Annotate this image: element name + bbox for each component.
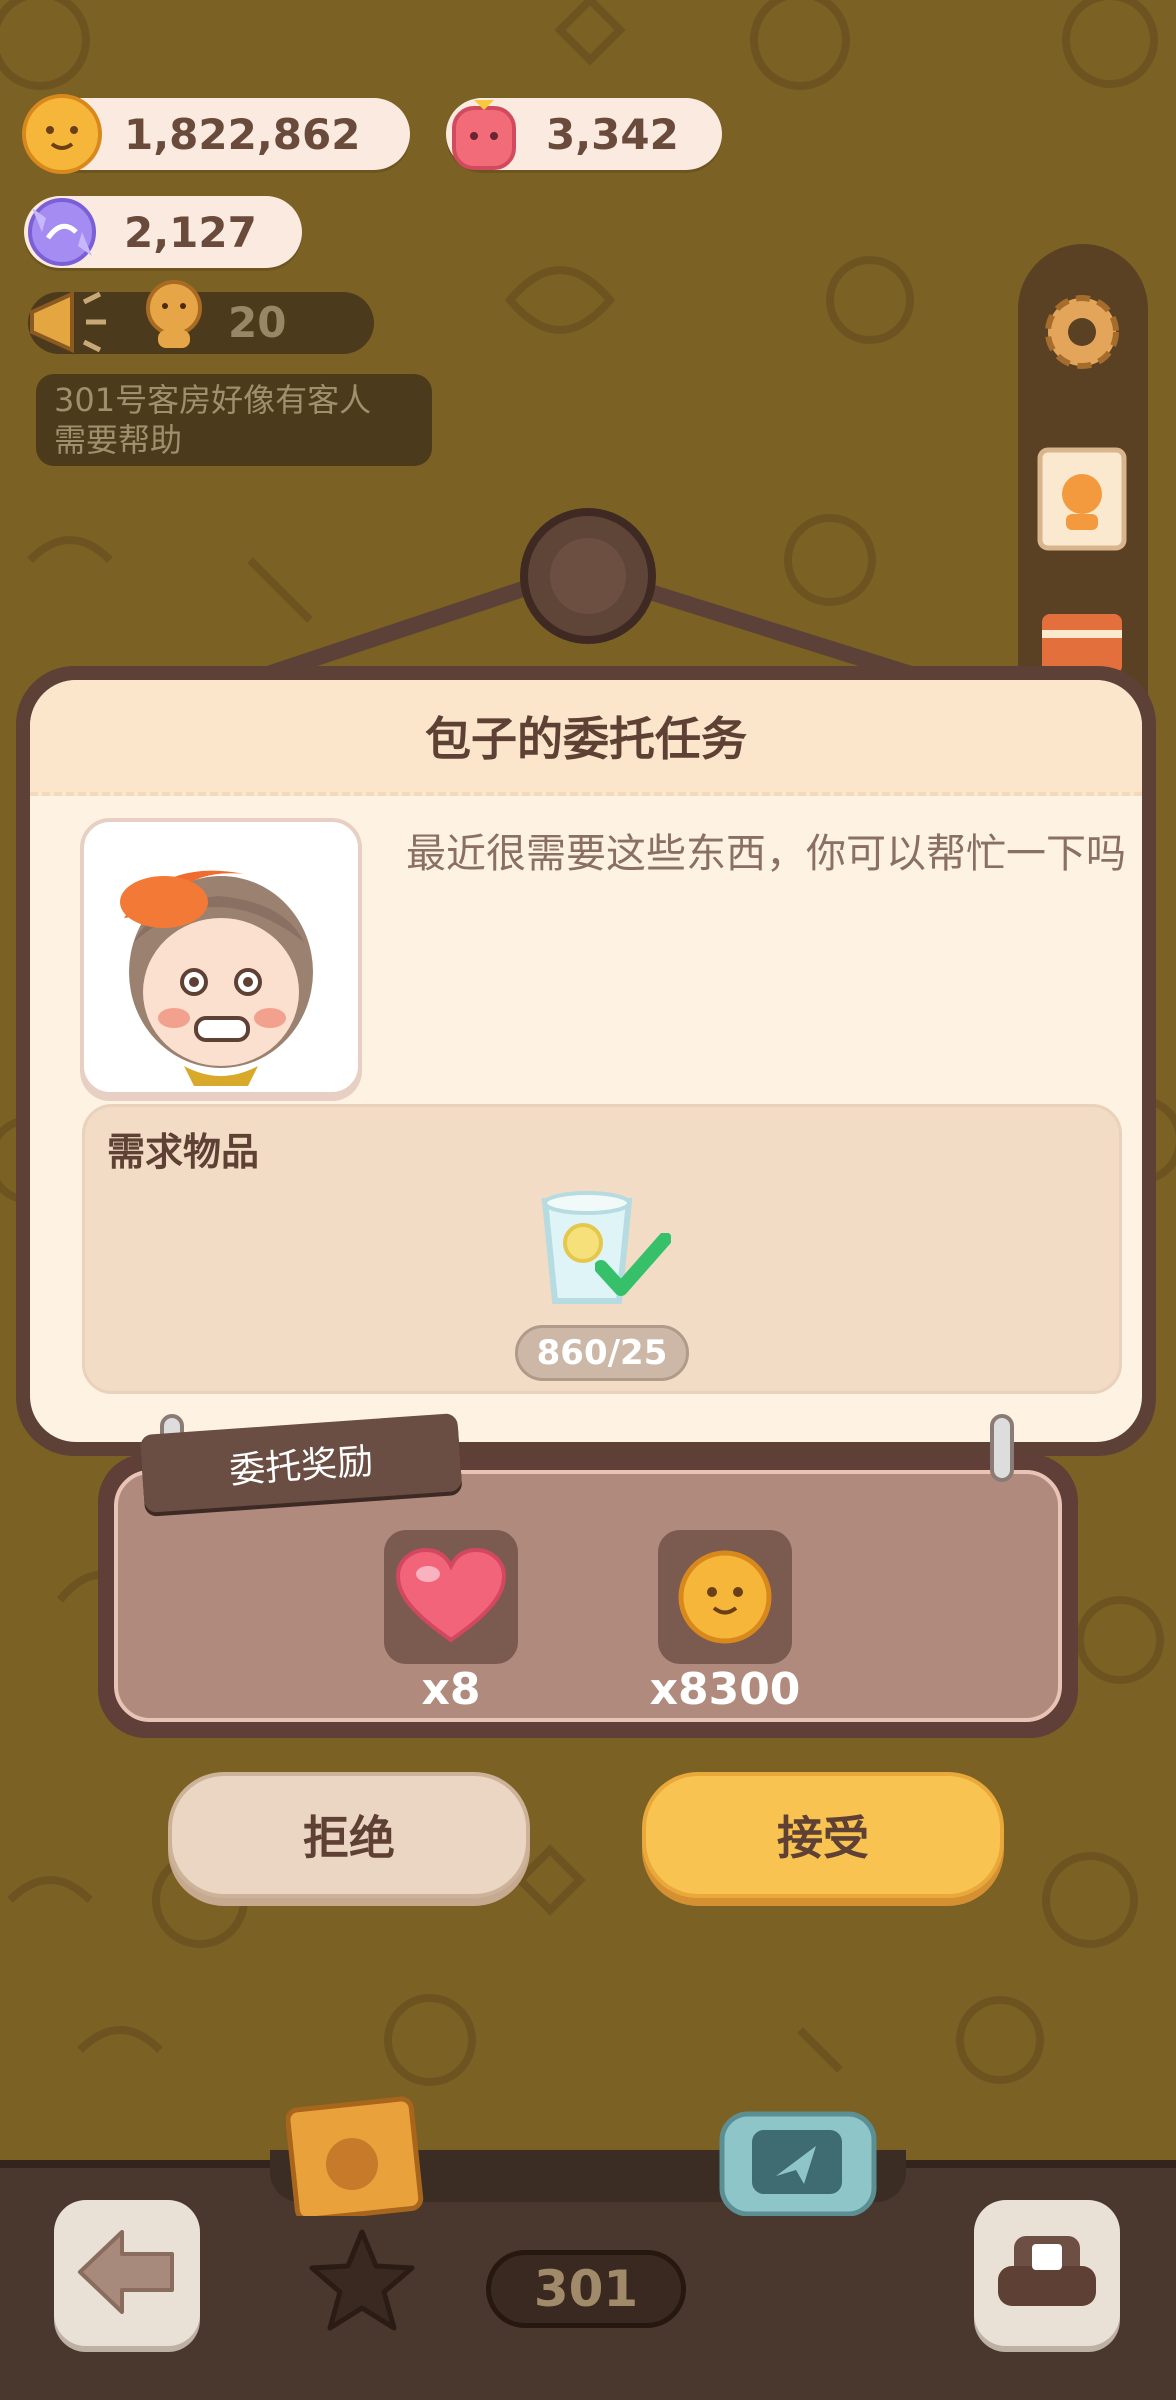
sofa-icon bbox=[998, 2236, 1096, 2306]
jelly-gem-icon bbox=[452, 100, 516, 170]
notice-banner: 301号客房好像有客人 需要帮助 bbox=[36, 374, 432, 466]
request-message: 最近很需要这些东西，你可以帮忙一下吗 bbox=[406, 831, 1126, 877]
recipe-book-icon[interactable] bbox=[286, 2096, 436, 2216]
hanging-knob bbox=[520, 508, 656, 644]
candy-amount: 2,127 bbox=[124, 207, 257, 257]
accept-button[interactable]: 接受 bbox=[642, 1772, 1004, 1898]
commission-dialog: 包子的委托任务 最近很需要这些东西，你可以帮忙一下吗 需求物品 860/25 bbox=[16, 666, 1156, 1456]
reward-slot-cookie bbox=[658, 1530, 792, 1664]
gem-currency[interactable]: 3,342 bbox=[446, 98, 722, 170]
back-button[interactable] bbox=[54, 2200, 200, 2346]
reward-amount-cookie: x8300 bbox=[649, 1664, 801, 1715]
reward-pin-right bbox=[990, 1414, 1014, 1482]
cookie-icon bbox=[678, 1550, 772, 1644]
announcement-ticker[interactable]: 20 bbox=[28, 280, 374, 354]
stamp-card-icon[interactable] bbox=[1030, 444, 1134, 554]
dialog-title: 包子的委托任务 bbox=[425, 712, 747, 766]
cookie-amount: 1,822,862 bbox=[124, 109, 361, 159]
required-items-label: 需求物品 bbox=[107, 1130, 260, 1174]
candy-currency[interactable]: 2,127 bbox=[24, 196, 302, 268]
back-arrow-icon bbox=[78, 2230, 174, 2314]
cookie-icon bbox=[22, 94, 102, 174]
side-menu bbox=[1018, 244, 1148, 724]
notice-line-1: 301号客房好像有客人 bbox=[54, 381, 372, 419]
reward-amount-heart: x8 bbox=[421, 1664, 481, 1715]
reward-slot-heart bbox=[384, 1530, 518, 1664]
required-item-count: 860/25 bbox=[515, 1325, 689, 1381]
candy-icon bbox=[28, 198, 96, 266]
room-number-badge[interactable]: 301 bbox=[486, 2250, 686, 2328]
megaphone-icon bbox=[30, 290, 106, 354]
furniture-button[interactable] bbox=[974, 2200, 1120, 2346]
required-items-panel: 需求物品 860/25 bbox=[82, 1104, 1122, 1394]
customer-avatar bbox=[80, 818, 362, 1096]
reject-button[interactable]: 拒绝 bbox=[168, 1772, 530, 1898]
cookie-currency[interactable]: 1,822,862 bbox=[22, 94, 410, 174]
customer-portrait-icon bbox=[120, 870, 313, 1086]
star-rating-icon[interactable] bbox=[306, 2226, 418, 2334]
mascot-icon bbox=[146, 280, 202, 348]
check-mark-icon bbox=[595, 1233, 671, 1296]
camera-icon[interactable] bbox=[716, 2100, 880, 2216]
notice-line-2: 需要帮助 bbox=[54, 421, 183, 459]
heart-icon bbox=[395, 1548, 507, 1643]
settings-gear-icon[interactable] bbox=[1034, 284, 1130, 380]
ticker-count: 20 bbox=[228, 298, 287, 347]
gem-amount: 3,342 bbox=[546, 109, 679, 159]
